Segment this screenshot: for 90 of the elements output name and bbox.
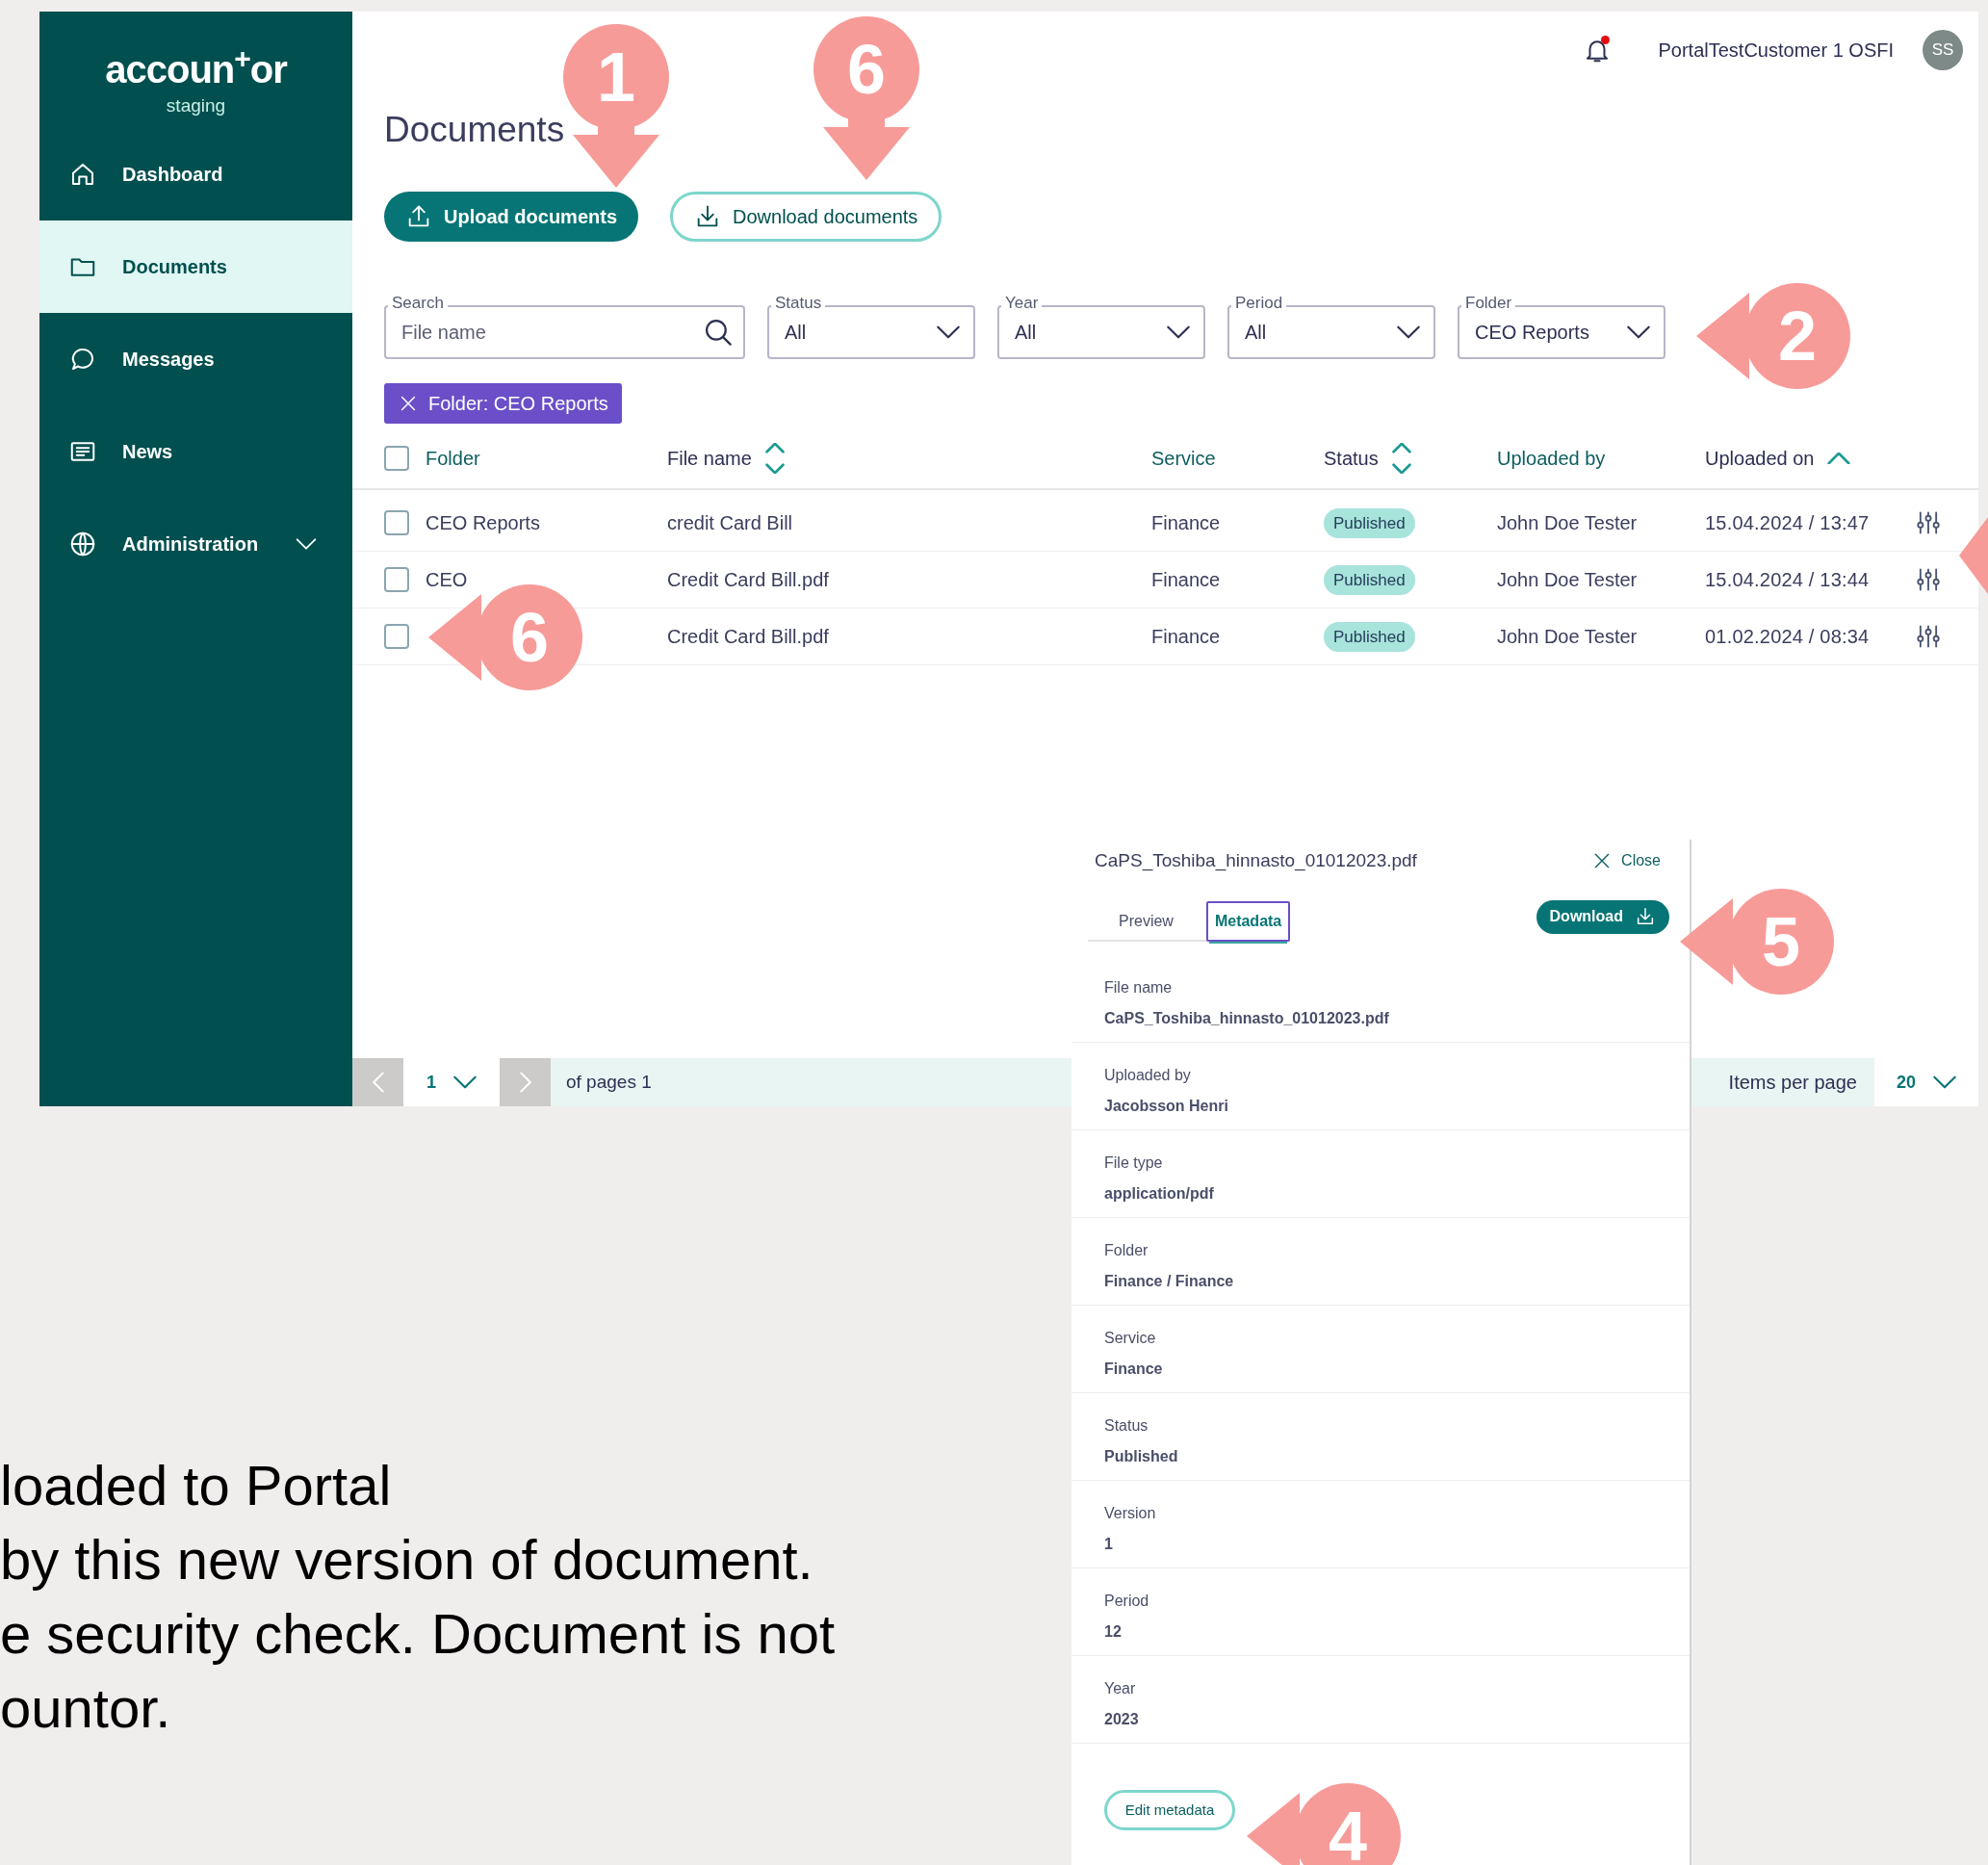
table-cell: 15.04.2024 / 13:47 [1705,512,1870,533]
field-value: CaPS_Toshiba_hinnasto_01012023.pdf [1104,1009,1390,1028]
checkbox[interactable] [384,445,409,471]
sidebar-item[interactable]: Dashboard [39,128,352,220]
download-button[interactable]: Download documents [670,192,942,242]
table-cell: John Doe Tester [1497,626,1638,647]
table-cell: credit Card Bill [667,512,793,533]
sort-icon [1391,442,1411,474]
items-per-page-label: Items per page [1728,1071,1857,1095]
slide-text-line: by this new version of document. [0,1527,813,1593]
field-value: 12 [1104,1622,1123,1642]
field-value: Jacobsson Henri [1104,1097,1229,1116]
column-header[interactable]: File name [667,442,1151,474]
upload-button[interactable]: Upload documents [384,192,638,242]
download-button[interactable]: Download [1536,899,1669,934]
table-cell: Credit Card Bill.pdf [667,569,829,590]
field-value: application/pdf [1104,1184,1215,1204]
chevron-down-icon [1167,325,1190,339]
download-icon [1635,906,1656,927]
column-header: Service [1151,446,1217,471]
field-label: Year [1104,1679,1137,1698]
sliders-icon[interactable] [1915,566,1942,593]
page-count: of pages 1 [566,1070,652,1094]
field-label: Service [1104,1329,1157,1348]
tab[interactable]: Metadata [1205,901,1291,942]
user-avatar[interactable]: SS [1923,30,1963,70]
chevron-left-icon [372,1071,384,1094]
items-per-page-select[interactable]: 20 [1874,1058,1978,1106]
field-label: Version [1104,1504,1157,1523]
panel-title: CaPS_Toshiba_hinnasto_01012023.pdf [1095,848,1417,873]
field-label: File type [1104,1153,1164,1173]
field-label: File name [1104,978,1174,997]
table-cell: Finance [1151,512,1221,533]
field-label: Folder [1104,1241,1149,1260]
previous-page-button[interactable] [352,1058,403,1106]
column-header: Uploaded by [1497,446,1607,471]
sort-icon [764,442,785,474]
tab[interactable]: Preview [1112,901,1180,942]
chevron-down-icon [453,1075,477,1089]
sort-ascending-icon [1827,452,1851,464]
page-title: Documents [384,112,566,147]
edit-metadata-button[interactable]: Edit metadata [1104,1790,1235,1830]
field-value: 1 [1104,1535,1114,1554]
table-cell: John Doe Tester [1497,569,1638,590]
filter-chip[interactable]: Folder: CEO Reports [384,383,622,424]
slide-text-line: loaded to Portal [0,1453,392,1518]
sliders-icon[interactable] [1915,509,1942,536]
column-header[interactable]: Status [1324,442,1497,474]
next-page-button[interactable] [500,1058,551,1106]
field-label: Uploaded by [1104,1066,1192,1085]
column-header: Folder [426,446,481,471]
table-cell: 01.02.2024 / 08:34 [1705,626,1870,647]
status-badge: Published [1324,564,1415,596]
page-select[interactable]: 1 [403,1058,500,1106]
environment-label: staging [166,94,226,117]
field-value: Finance / Finance [1104,1272,1235,1291]
slide-text-line: ountor. [0,1675,171,1741]
sidebar-item[interactable]: Documents [39,220,352,313]
field-label: Status [1104,1416,1149,1436]
sidebar-item[interactable]: Administration [39,498,352,590]
field-value: Published [1104,1447,1179,1466]
table-cell: John Doe Tester [1497,512,1638,533]
table-cell: Finance [1151,626,1221,647]
sidebar-item[interactable]: News [39,405,352,498]
field-value: Finance [1104,1360,1164,1379]
globe-icon [68,530,97,558]
checkbox[interactable] [384,624,409,649]
checkbox[interactable] [384,510,409,535]
search-icon [705,319,732,346]
slide-text-line: e security check. Document is not [0,1601,836,1667]
table-cell: Credit Card Bill.pdf [667,626,829,647]
chevron-right-icon [519,1071,531,1094]
logo: accoun$^{+}$or [105,50,287,89]
checkbox[interactable] [384,567,409,592]
field-label: Period [1104,1592,1150,1611]
sliders-icon[interactable] [1915,623,1942,650]
chevron-down-icon [1627,325,1650,339]
chevron-down-icon [1397,325,1420,339]
status-badge: Published [1324,621,1415,653]
table-cell: 15.04.2024 / 13:44 [1705,569,1870,590]
chevron-down-icon [1933,1075,1956,1089]
field-value: 2023 [1104,1710,1140,1729]
chevron-down-icon [937,325,960,339]
user-name[interactable]: PortalTestCustomer 1 OSFI [1658,36,1894,65]
sidebar-item[interactable]: Messages [39,313,352,405]
table-cell: CEO Reports [426,512,540,533]
close-button[interactable]: Close [1592,849,1661,872]
table-cell: Finance [1151,569,1221,590]
column-header[interactable]: Uploaded on [1705,443,1915,473]
status-badge: Published [1324,507,1415,539]
